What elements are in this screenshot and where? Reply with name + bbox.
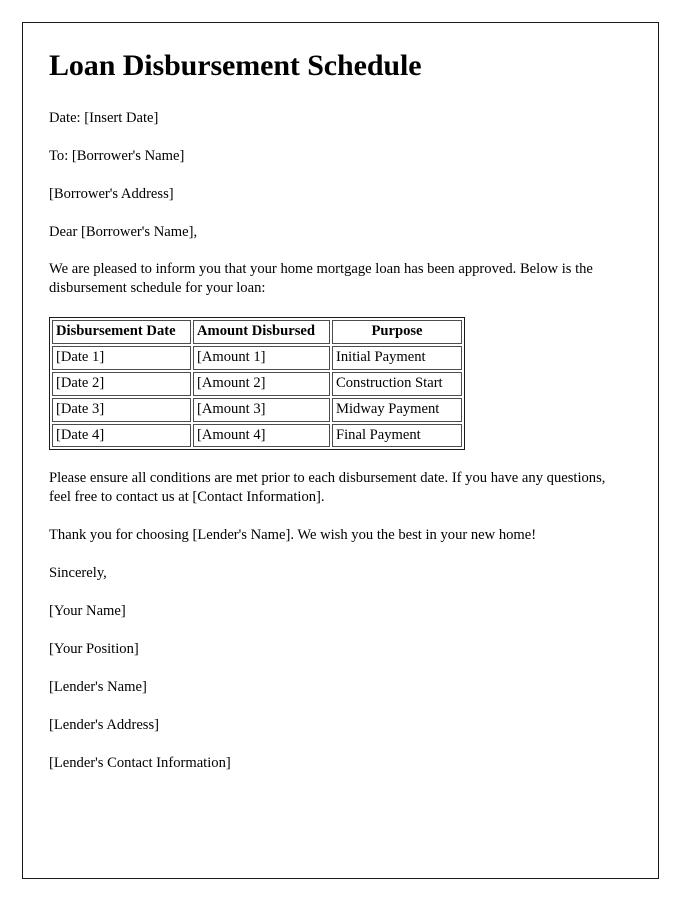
table-row: [Date 3] [Amount 3] Midway Payment: [52, 397, 462, 422]
cell-disbursement-date: [Date 1]: [52, 346, 191, 370]
salutation: Dear [Borrower's Name],: [49, 223, 198, 240]
cell-amount-disbursed: [Amount 4]: [193, 423, 330, 448]
document-body: Loan Disbursement Schedule Date: [Insert…: [23, 23, 658, 773]
recipient-line: To: [Borrower's Name]: [49, 147, 185, 164]
cell-disbursement-date: [Date 3]: [52, 397, 191, 422]
signature-lender-address: [Lender's Address]: [49, 717, 160, 734]
closing-line: Sincerely,: [49, 565, 107, 582]
table-header: Disbursement Date Amount Disbursed Purpo…: [52, 320, 462, 345]
thanks-paragraph: Thank you for choosing [Lender's Name]. …: [49, 527, 537, 544]
conditions-paragraph: Please ensure all conditions are met pri…: [49, 470, 606, 506]
signature-lender-name: [Lender's Name]: [49, 679, 147, 696]
table-row: [Date 1] [Amount 1] Initial Payment: [52, 346, 462, 370]
table-row: [Date 4] [Amount 4] Final Payment: [52, 423, 462, 448]
cell-purpose: Initial Payment: [332, 346, 462, 370]
column-header-disbursement-date: Disbursement Date: [52, 320, 191, 345]
cell-purpose: Final Payment: [332, 423, 462, 448]
signature-your-position: [Your Position]: [49, 641, 139, 658]
disbursement-schedule-table: Disbursement Date Amount Disbursed Purpo…: [49, 317, 465, 451]
page-title: Loan Disbursement Schedule: [49, 49, 422, 82]
cell-disbursement-date: [Date 2]: [52, 372, 191, 396]
column-header-amount-disbursed: Amount Disbursed: [193, 320, 330, 345]
cell-disbursement-date: [Date 4]: [52, 423, 191, 448]
cell-purpose: Construction Start: [332, 372, 462, 396]
intro-paragraph: We are pleased to inform you that your h…: [49, 261, 593, 297]
date-line: Date: [Insert Date]: [49, 109, 159, 126]
cell-purpose: Midway Payment: [332, 397, 462, 422]
column-header-purpose: Purpose: [332, 320, 462, 345]
cell-amount-disbursed: [Amount 2]: [193, 372, 330, 396]
cell-amount-disbursed: [Amount 1]: [193, 346, 330, 370]
table-row: [Date 2] [Amount 2] Construction Start: [52, 372, 462, 396]
signature-lender-contact-information: [Lender's Contact Information]: [49, 755, 231, 772]
signature-your-name: [Your Name]: [49, 603, 126, 620]
recipient-address-line: [Borrower's Address]: [49, 185, 174, 202]
document-page: Loan Disbursement Schedule Date: [Insert…: [22, 22, 659, 879]
cell-amount-disbursed: [Amount 3]: [193, 397, 330, 422]
table-header-row: Disbursement Date Amount Disbursed Purpo…: [52, 320, 462, 345]
table-body: [Date 1] [Amount 1] Initial Payment [Dat…: [52, 346, 462, 448]
